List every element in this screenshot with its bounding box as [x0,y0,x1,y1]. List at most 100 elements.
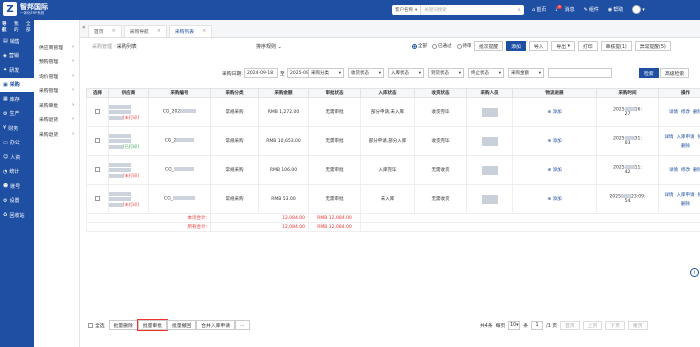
edit-link[interactable]: 修改 [681,109,690,115]
export-button[interactable]: 导出 ▾ [551,41,575,51]
submenu-item-purchase[interactable]: 采购管理 › [34,84,79,99]
sidebar-item-purchase[interactable]: ▣ 采购 [0,77,34,92]
per-page-select[interactable]: 10 ▾ [508,321,521,330]
sidebar-item-office[interactable]: ▭ 办公 [0,136,34,151]
close-icon[interactable]: × [112,29,116,34]
add-logistics-link[interactable]: ⊕ 添加 [547,110,561,115]
nav-home[interactable]: ⌂ 首页 [532,6,546,14]
delete-link[interactable]: 删除 [681,201,690,207]
nav-help[interactable]: ◉ 帮助 [608,6,623,14]
category-select[interactable]: 采购分类 ▾ [308,68,344,78]
detail-link[interactable]: 详情 [665,134,674,140]
purchase-number-cell[interactable]: CG_ [148,184,211,214]
add-logistics-link[interactable]: ⊕ 添加 [547,139,561,144]
table-row[interactable]: [未打印] CG_ 常规采购 RMB 53.00 无需审批 未入库 无需收货 ⊕… [86,184,700,214]
submenu-item-approval[interactable]: 采购审批 › [34,98,79,113]
sidebar-item-finance[interactable]: ¥ 财务 [0,121,34,136]
table-row[interactable]: [未打印] CG_ 常规采购 RMB 106.00 无需审批 入库完毕 无需收货… [86,155,700,185]
row-checkbox[interactable] [95,166,100,172]
date-from-input[interactable]: 2024-09-18 [244,68,278,78]
page-input[interactable]: 1 [531,321,544,330]
submenu-item-supplier[interactable]: 供应商管理 › [34,40,79,55]
search-scope-select[interactable]: 客户名称 ▾ [392,5,422,15]
sidebar-item-rnd[interactable]: ✦ 研发 [0,63,34,78]
supplier-cell[interactable]: [未打印] [108,184,149,214]
sidebar-item-stats[interactable]: ◔ 统计 [0,165,34,180]
advanced-search-button[interactable]: 高级检索 [660,68,690,78]
submenu-item-returns-2[interactable]: 采购退货 › [34,127,79,142]
sidebar-item-account[interactable]: ☻ 账号 [0,179,34,194]
col-time[interactable]: 采购时间 [596,88,659,98]
batch-delete-button[interactable]: 批量删除 [108,320,138,330]
logo[interactable]: Z 智邦国际 一体化ERP系统 [3,2,48,16]
sidebar-item-production[interactable]: ⚙ 生产 [0,107,34,122]
delete-link[interactable]: 删除 [681,143,690,149]
table-row[interactable]: [已打印] CG_2 常规采购 RMB 10,653.00 无需审批 部分申请,… [86,126,700,156]
add-logistics-link[interactable]: ⊕ 添加 [547,168,561,173]
inbound-request-link[interactable]: 入库申请 [677,134,695,140]
search-icon[interactable]: ⌕ [514,7,524,13]
last-page-button[interactable]: 尾页 [627,321,648,330]
first-page-button[interactable]: 首页 [560,321,580,330]
detail-link[interactable]: 详情 [665,192,674,198]
row-checkbox[interactable] [95,137,100,143]
more-button[interactable]: ... [235,320,250,330]
add-button[interactable]: 添加 [506,41,526,51]
keyword-input[interactable] [548,68,612,78]
global-search[interactable]: 客户名称 ▾ 关键词搜索 ⌕ [392,5,524,15]
delete-link[interactable]: 删除 [693,167,700,173]
import-button[interactable]: 导入 [528,41,549,51]
amount-select[interactable]: 采购金额 ▾ [508,68,544,78]
supplier-cell[interactable]: [已打印] [108,126,149,156]
nav-apps[interactable]: ✎ 组件 [584,6,599,14]
close-icon[interactable]: × [157,29,161,34]
sidebar-item-hr[interactable]: ☺ 人资 [0,150,34,165]
submenu-item-inquiry[interactable]: 询价管理 › [34,69,79,84]
purchase-number-cell[interactable]: CG_ [148,155,211,185]
radio-all[interactable]: 全部 [412,43,427,49]
tab-home[interactable]: 首页 × [88,25,122,37]
row-checkbox[interactable] [95,195,100,201]
sidebar-item-inventory[interactable]: ▦ 库存 [0,92,34,107]
sidebar-tab-mine[interactable]: 我的 [14,21,22,33]
col-number[interactable]: 采购编号 [148,88,211,98]
stop-select[interactable]: 终止状态 ▾ [468,68,504,78]
print-button[interactable]: 打印 [577,41,598,51]
sidebar-item-settings[interactable]: ⚙ 设置 [0,194,34,209]
batch-approve-button[interactable]: 批量审批 [136,319,169,331]
purchase-number-cell[interactable]: CG_2 [148,126,211,156]
help-float-icon[interactable]: i [690,268,699,277]
sidebar-tab-nav[interactable]: 导航 [2,21,10,33]
delete-link[interactable]: 删除 [693,109,700,115]
receipt-select[interactable]: 到货状态 ▾ [428,68,464,78]
pending-review-button[interactable]: 审核提(1) [600,41,632,51]
nav-messages[interactable]: ♪ 9 消息 [555,4,575,13]
sidebar-item-sales[interactable]: ▤ 销售 [0,34,34,49]
detail-link[interactable]: 详情 [669,109,678,115]
submenu-item-prepurchase[interactable]: 预购管理 › [34,55,79,70]
select-all-checkbox[interactable]: 全选 [88,322,105,329]
tab-purchase-nav[interactable]: 采购导航 × [123,25,167,37]
sidebar-item-marketing[interactable]: ◈ 营销 [0,49,34,64]
search-button[interactable]: 检索 [639,68,659,78]
approval-select[interactable]: 收货状态 ▾ [348,68,384,78]
batch-withdraw-button[interactable]: 批量撤回 [167,320,197,330]
prev-page-button[interactable]: 上页 [582,321,603,330]
col-amount[interactable]: 采购金额 [258,88,309,98]
next-page-button[interactable]: 下页 [605,321,625,330]
sidebar-tab-all[interactable]: 全部 [26,21,34,33]
user-menu[interactable]: ▾ [632,5,645,14]
purchase-number-cell[interactable]: CG_202 [148,97,211,127]
merge-inbound-button[interactable]: 合并入库申请 [196,320,236,330]
tab-purchase-list[interactable]: 采购列表 × [168,25,213,37]
radio-passed[interactable]: 已通过 [432,43,452,49]
collapse-icon[interactable]: « [82,24,86,31]
inbound-request-link[interactable]: 入库申请 [677,192,695,198]
batch-reminder-button[interactable]: 批次提醒 [474,41,504,51]
table-row[interactable]: [未打印] CG_202 常规采购 RMB 1,272.00 无需审批 部分申请… [86,97,700,127]
supplier-cell[interactable]: [未打印] [108,155,149,185]
edit-link[interactable]: 修改 [681,167,690,173]
add-logistics-link[interactable]: ⊕ 添加 [547,197,561,202]
sort-rule-dropdown[interactable]: 排序规则 ⌄ [256,43,282,50]
row-checkbox[interactable] [95,108,100,114]
